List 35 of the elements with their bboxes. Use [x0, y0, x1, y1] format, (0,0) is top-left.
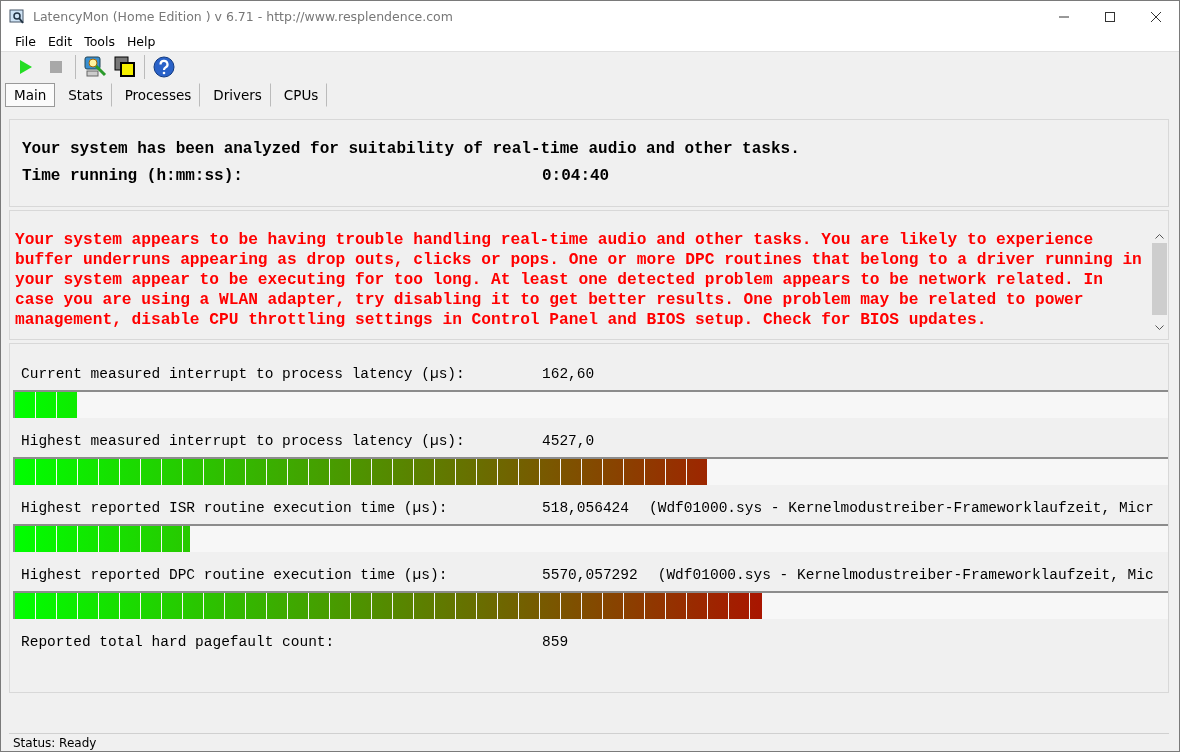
tab[interactable]: Main — [5, 83, 56, 107]
menu-item[interactable]: Edit — [41, 34, 79, 49]
measurement-value: 859 — [542, 634, 569, 650]
menu-item[interactable]: File — [9, 34, 42, 49]
menu-item[interactable]: Tools — [78, 34, 121, 49]
maximize-icon[interactable] — [1105, 11, 1115, 22]
measurement-detail: (Wdf01000.sys - Kernelmodustreiber-Frameworklaufzeit, Micr — [649, 500, 1154, 516]
time-running-label: Time running (h:mm:ss): — [22, 167, 244, 185]
measurement-detail: (Wdf01000.sys - Kernelmodustreiber-Frameworklaufzeit, Mic — [657, 567, 1154, 583]
tab[interactable]: Drivers — [204, 83, 271, 107]
tab[interactable]: CPUs — [274, 83, 328, 107]
measurement-value: 4527,0 — [542, 433, 595, 449]
menu-item[interactable]: Help — [120, 34, 162, 49]
analysis-headline: Your system has been analyzed for suitability of real-time audio and other tasks. — [22, 140, 801, 158]
time-running-value: 0:04:40 — [542, 167, 610, 185]
window-title: LatencyMon (Home Edition ) v 6.71 - http://www.resplendence.com — [33, 9, 454, 24]
scroll-up-icon[interactable] — [1155, 233, 1164, 239]
measurement-label: Reported total hard pagefault count: — [21, 634, 336, 650]
measurement-label: Current measured interrupt to process latency (µs): — [21, 366, 466, 382]
measurement-label: Highest reported DPC routine execution time (µs): — [21, 567, 449, 583]
windows-icon[interactable] — [114, 56, 136, 78]
status-text: Status: Ready — [13, 735, 97, 750]
help-icon[interactable] — [153, 56, 175, 78]
computer-magnifier-icon[interactable] — [83, 55, 107, 79]
close-icon[interactable] — [1151, 11, 1161, 22]
measurement-value: 518,056424 — [542, 500, 629, 516]
tab[interactable]: Processes — [115, 83, 201, 107]
tab[interactable]: Stats — [59, 83, 112, 107]
scroll-down-icon[interactable] — [1155, 325, 1164, 331]
measurement-label: Highest reported ISR routine execution time (µs): — [21, 500, 449, 516]
verdict-message: Your system appears to be having trouble handling real-time audio and other tasks. You are likely to experience buffer underruns appearing as drop outs, clicks or pops. One or more DPC routines that belong to a driver running in your system appear to be executing for too long. At least one detected problem appears to be network related. In case you are using a WLAN adapter, try disabling it to get better results. One problem may be related to power management, disable CPU throttling settings in Control Panel and BIOS setup. Check for BIOS updates. — [14, 230, 1143, 331]
app-icon — [9, 8, 25, 25]
measurement-label: Highest measured interrupt to process latency (µs): — [21, 433, 466, 449]
measurement-value: 5570,057292 — [542, 567, 638, 583]
measurement-value: 162,60 — [542, 366, 595, 382]
